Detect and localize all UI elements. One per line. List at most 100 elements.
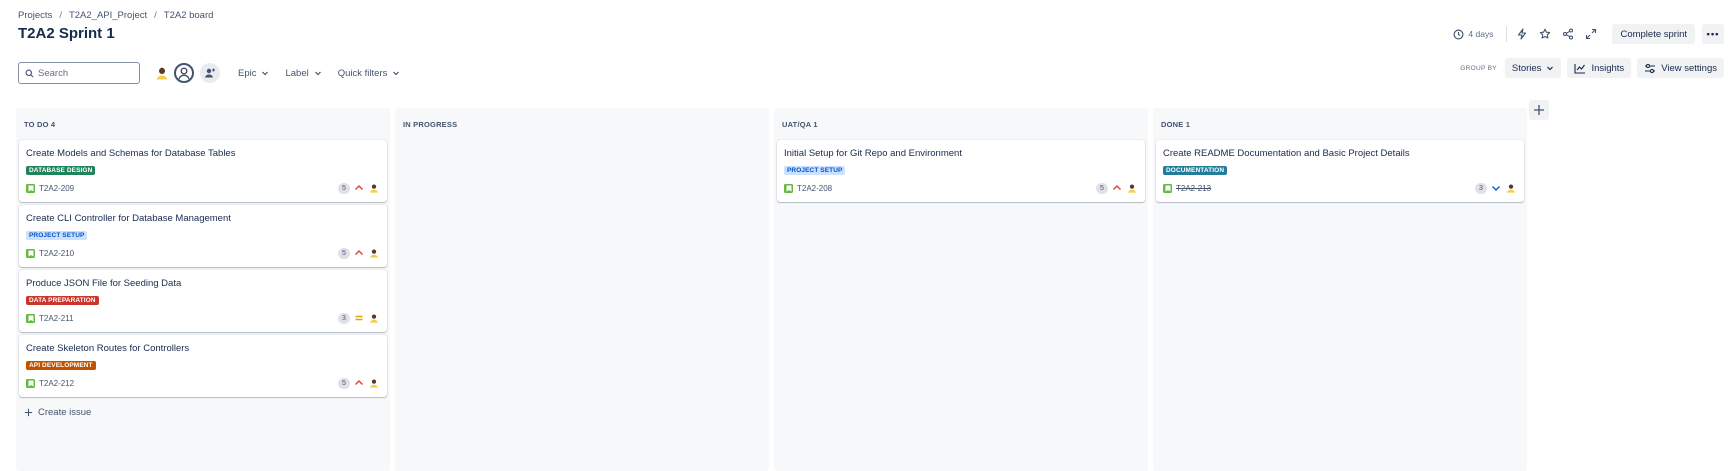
- story-points-badge: 5: [338, 247, 350, 259]
- issue-card[interactable]: Create Models and Schemas for Database T…: [19, 140, 387, 202]
- priority-indicator: [1112, 183, 1122, 193]
- issue-summary: Create Skeleton Routes for Controllers: [26, 343, 190, 354]
- board-column: UAT/QA 1 Initial Setup for Git Repo and …: [774, 108, 1148, 471]
- epic-filter[interactable]: Epic: [238, 68, 269, 79]
- issue-key-text: T2A2-208: [797, 183, 833, 193]
- issue-key-text: T2A2-211: [39, 313, 74, 323]
- settings-sliders-icon: [1645, 63, 1656, 73]
- insights-button[interactable]: Insights: [1567, 58, 1632, 78]
- search-icon: [25, 69, 34, 77]
- priority-indicator: [354, 378, 364, 388]
- board-column: DONE 1 Create README Documentation and B…: [1153, 108, 1527, 471]
- breadcrumb-board[interactable]: T2A2 board: [164, 10, 214, 21]
- story-icon: [26, 378, 35, 388]
- card-list: Create README Documentation and Basic Pr…: [1153, 136, 1527, 202]
- lightning-icon[interactable]: [1514, 26, 1530, 42]
- quick-filters-label: Quick filters: [337, 67, 388, 79]
- story-points-badge: 5: [338, 182, 350, 194]
- issue-summary: Create README Documentation and Basic Pr…: [1163, 148, 1410, 159]
- header-actions: 4 days Complete sprint •••: [1453, 24, 1724, 44]
- issue-label: DOCUMENTATION: [1163, 166, 1228, 175]
- breadcrumb-project[interactable]: T2A2_API_Project: [69, 10, 147, 21]
- search-input[interactable]: [38, 67, 134, 79]
- issue-key[interactable]: T2A2-213: [1163, 183, 1212, 193]
- view-settings-button[interactable]: View settings: [1637, 58, 1724, 78]
- add-people-button[interactable]: [200, 63, 220, 83]
- issue-card[interactable]: Produce JSON File for Seeding Data DATA …: [19, 270, 387, 332]
- issue-label: PROJECT SETUP: [784, 166, 846, 175]
- quick-filters[interactable]: Quick filters: [338, 68, 401, 79]
- create-issue-label: Create issue: [38, 407, 92, 418]
- assignee-avatar[interactable]: [368, 377, 380, 389]
- search-box[interactable]: [18, 62, 140, 84]
- issue-key-text: T2A2-213: [1176, 183, 1212, 193]
- issue-key[interactable]: T2A2-212: [26, 378, 75, 388]
- group-by-value: Stories: [1511, 62, 1542, 74]
- priority-high-icon: [354, 379, 364, 386]
- priority-indicator: [354, 313, 364, 323]
- priority-high-icon: [354, 184, 364, 191]
- issue-summary: Initial Setup for Git Repo and Environme…: [784, 148, 962, 159]
- issue-key-text: T2A2-209: [39, 183, 75, 193]
- column-header: UAT/QA 1: [782, 120, 818, 129]
- story-icon: [26, 248, 35, 258]
- breadcrumb-separator: /: [59, 10, 62, 21]
- issue-card[interactable]: Create README Documentation and Basic Pr…: [1156, 140, 1524, 202]
- issue-key[interactable]: T2A2-208: [784, 183, 833, 193]
- issue-key[interactable]: T2A2-210: [26, 248, 74, 258]
- add-person-icon: [205, 68, 215, 78]
- breadcrumb: Projects / T2A2_API_Project / T2A2 board: [18, 10, 213, 21]
- priority-high-icon: [354, 249, 364, 256]
- days-remaining-text: 4 days: [1468, 29, 1494, 39]
- create-issue-button[interactable]: Create issue: [24, 407, 390, 418]
- label-filter-label: Label: [285, 67, 309, 79]
- label-filter[interactable]: Label: [285, 68, 321, 79]
- story-icon: [26, 183, 35, 193]
- avatar[interactable]: [152, 63, 172, 83]
- group-by-select[interactable]: Stories: [1504, 58, 1562, 78]
- card-footer: T2A2-210 5: [26, 247, 380, 259]
- complete-sprint-button[interactable]: Complete sprint: [1612, 24, 1695, 44]
- share-icon[interactable]: [1560, 26, 1576, 42]
- assignee-avatar[interactable]: [368, 247, 380, 259]
- assignee-avatar[interactable]: [368, 312, 380, 324]
- breadcrumb-separator: /: [154, 10, 157, 21]
- chevron-down-icon: [314, 71, 321, 76]
- chevron-down-icon: [393, 71, 400, 76]
- assignee-avatar[interactable]: [1126, 182, 1138, 194]
- assignee-avatar[interactable]: [368, 182, 380, 194]
- breadcrumb-projects[interactable]: Projects: [18, 10, 52, 21]
- board-toolbar: Epic Label Quick filters: [18, 62, 400, 84]
- priority-high-icon: [1112, 184, 1122, 191]
- column-header: TO DO 4: [24, 120, 56, 129]
- issue-label: PROJECT SETUP: [26, 231, 88, 240]
- group-by-label: GROUP BY: [1460, 64, 1497, 72]
- issue-key-text: T2A2-212: [39, 378, 75, 388]
- fullscreen-icon[interactable]: [1583, 26, 1599, 42]
- chevron-down-icon: [262, 71, 269, 76]
- avatar-unassigned[interactable]: [174, 63, 194, 83]
- card-footer: T2A2-211 3: [26, 312, 380, 324]
- chart-line-icon: [1574, 63, 1586, 74]
- priority-low-icon: [1491, 185, 1501, 192]
- sprint-time-remaining[interactable]: 4 days: [1453, 29, 1493, 40]
- issue-card[interactable]: Initial Setup for Git Repo and Environme…: [777, 140, 1145, 202]
- issue-summary: Produce JSON File for Seeding Data: [26, 278, 182, 289]
- issue-card[interactable]: Create CLI Controller for Database Manag…: [19, 205, 387, 267]
- issue-card[interactable]: Create Skeleton Routes for Controllers A…: [19, 335, 387, 397]
- insights-label: Insights: [1591, 62, 1625, 74]
- story-points-badge: 3: [1475, 182, 1487, 194]
- issue-meta: 5: [338, 247, 380, 259]
- column-header: DONE 1: [1161, 120, 1191, 129]
- story-points-badge: 5: [338, 377, 350, 389]
- chevron-down-icon: [1547, 66, 1554, 71]
- add-column-button[interactable]: [1529, 100, 1549, 120]
- issue-key[interactable]: T2A2-209: [26, 183, 75, 193]
- assignee-avatar[interactable]: [1505, 182, 1517, 194]
- star-icon[interactable]: [1537, 26, 1553, 42]
- issue-key[interactable]: T2A2-211: [26, 313, 74, 323]
- issue-summary: Create Models and Schemas for Database T…: [26, 148, 236, 159]
- more-actions-button[interactable]: •••: [1702, 24, 1724, 44]
- issue-meta: 3: [1475, 182, 1517, 194]
- card-list: Initial Setup for Git Repo and Environme…: [774, 136, 1148, 202]
